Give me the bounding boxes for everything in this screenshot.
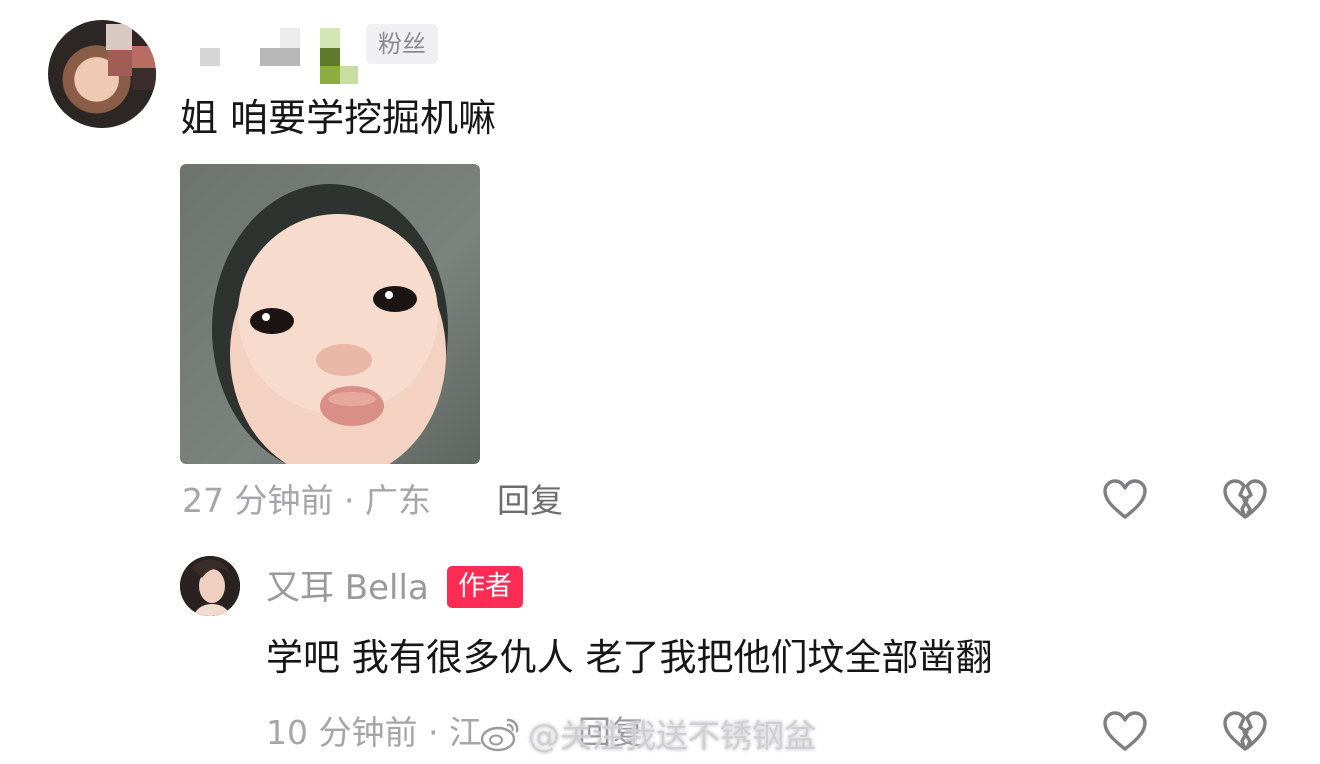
comment-time-location: 27 分钟前 · 广东 xyxy=(182,481,431,520)
weibo-watermark: @关注我送不锈钢盆 xyxy=(478,710,816,758)
watermark-text: @关注我送不锈钢盆 xyxy=(528,717,817,755)
baby-face-illustration xyxy=(212,184,448,464)
reply-text: 学吧 我有很多仇人 老了我把他们坟全部凿翻 xyxy=(266,636,993,679)
author-badge: 作者 xyxy=(447,566,523,608)
fans-badge: 粉丝 xyxy=(366,24,438,64)
reply-time-location: 10 分钟前 · 江 xyxy=(266,713,482,752)
comment-thread: 粉丝 姐 咱要学挖掘机嘛 27 分钟前 · 广东 回复 又耳 Bella 作者 … xyxy=(0,0,1320,764)
author-avatar[interactable] xyxy=(180,556,240,616)
reply-like-heart-icon[interactable] xyxy=(1101,708,1149,756)
commenter-username-pixelated[interactable] xyxy=(198,26,368,86)
reply-dislike-broken-heart-icon[interactable] xyxy=(1221,708,1269,756)
woman-portrait-illustration xyxy=(180,556,240,616)
like-heart-icon[interactable] xyxy=(1101,476,1149,524)
sticker-image[interactable] xyxy=(180,164,480,464)
author-username[interactable]: 又耳 Bella xyxy=(266,566,429,610)
dislike-broken-heart-icon[interactable] xyxy=(1221,476,1269,524)
comment-text: 姐 咱要学挖掘机嘛 xyxy=(180,96,497,140)
comment-reply-button[interactable]: 回复 xyxy=(497,479,563,523)
commenter-avatar[interactable] xyxy=(48,20,156,128)
weibo-logo-icon xyxy=(480,718,519,752)
